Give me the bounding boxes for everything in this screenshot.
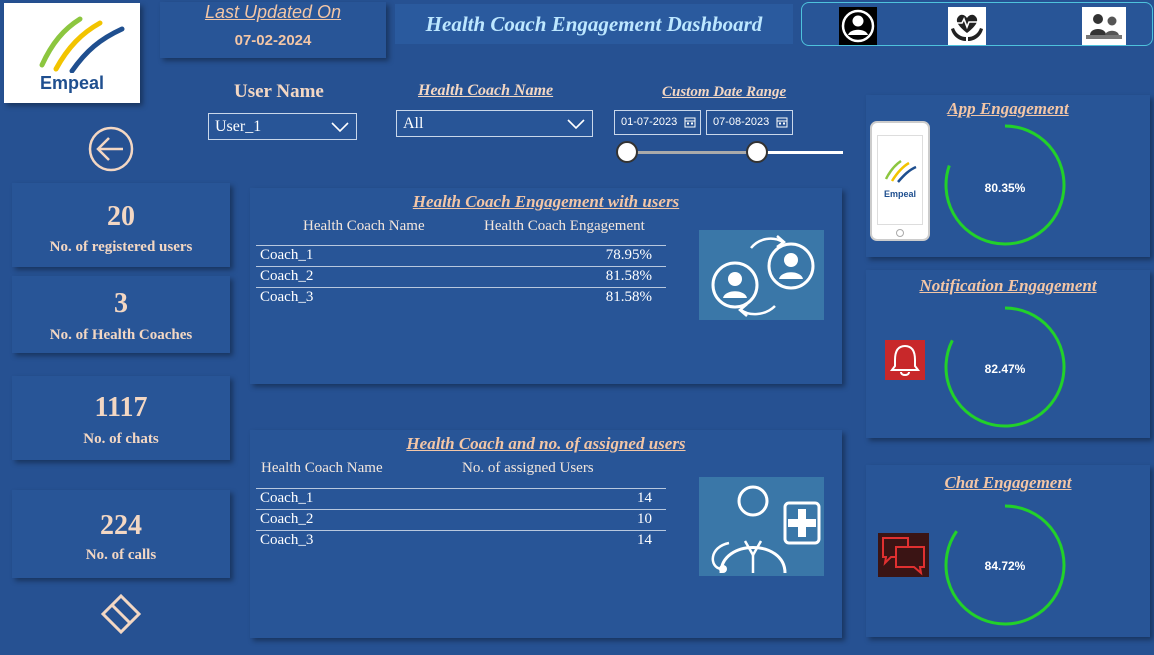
slider-end-handle[interactable] <box>746 141 768 163</box>
gauge-value: 84.72% <box>984 559 1026 573</box>
kpi-value: 1117 <box>94 392 148 423</box>
table-row[interactable]: Coach_2 81.58% <box>256 266 666 287</box>
kpi-label: No. of chats <box>83 431 159 447</box>
kpi-label: No. of registered users <box>49 239 193 255</box>
coach-name-cell: Coach_2 <box>260 511 314 527</box>
chevron-down-icon <box>567 119 585 130</box>
kpi-health-coaches: 3 No. of Health Coaches <box>12 276 230 353</box>
doctor-icon <box>699 477 824 576</box>
logo-swoosh-icon <box>39 16 125 73</box>
engagement-table-title: Health Coach Engagement with users <box>412 192 680 211</box>
date-end-value: 07-08-2023 <box>713 116 770 128</box>
engagement-cell: 81.58% <box>605 289 652 305</box>
consultation-icon[interactable] <box>1082 7 1126 45</box>
logo-text: Empeal <box>39 73 105 93</box>
user-profile-icon[interactable] <box>839 7 877 45</box>
column-header: Health Coach Name <box>261 460 383 476</box>
table-row[interactable]: Coach_1 78.95% <box>256 245 666 266</box>
phone-logo-text: Empeal <box>883 189 916 199</box>
coach-name-cell: Coach_3 <box>260 532 314 548</box>
kpi-value: 20 <box>107 201 135 232</box>
coach-name-cell: Coach_1 <box>260 247 314 263</box>
table-row[interactable]: Coach_3 81.58% <box>256 287 666 308</box>
title-box: Health Coach Engagement Dashboard <box>395 4 793 44</box>
last-updated-label: Last Updated On <box>204 2 342 22</box>
coach-name-label: Health Coach Name <box>418 82 554 99</box>
date-start-input[interactable]: 01-07-2023 <box>614 110 701 135</box>
kpi-label: No. of calls <box>85 547 157 563</box>
engagement-cell: 81.58% <box>605 268 652 284</box>
column-header: No. of assigned Users <box>462 460 594 476</box>
kpi-value: 224 <box>100 510 142 541</box>
assigned-count-cell: 14 <box>637 490 652 506</box>
app-engagement-card: App Engagement Empeal 80.35% <box>866 95 1150 257</box>
gauge-value: 80.35% <box>984 181 1026 195</box>
date-start-value: 01-07-2023 <box>621 116 678 128</box>
date-range-label: Custom Date Range <box>662 84 787 100</box>
coach-user-exchange-icon <box>699 230 824 320</box>
chat-engagement-card: Chat Engagement 84.72% <box>866 465 1150 637</box>
table-row[interactable]: Coach_1 14 <box>256 488 666 509</box>
top-navigation <box>801 2 1153 46</box>
engagement-cell: 78.95% <box>605 247 652 263</box>
back-arrow-icon[interactable] <box>87 125 135 173</box>
coach-name-cell: Coach_1 <box>260 490 314 506</box>
column-header: Health Coach Name <box>303 218 425 234</box>
kpi-registered-users: 20 No. of registered users <box>12 183 230 267</box>
eraser-icon[interactable] <box>98 592 144 636</box>
user-name-dropdown[interactable]: User_1 <box>208 113 357 140</box>
kpi-label: No. of Health Coaches <box>49 327 193 343</box>
kpi-chats: 1117 No. of chats <box>12 376 230 460</box>
gauge-title: App Engagement <box>947 99 1069 118</box>
calendar-icon <box>684 117 696 128</box>
coach-name-value: All <box>403 115 424 132</box>
health-heart-hands-icon[interactable] <box>948 7 986 45</box>
notification-engagement-card: Notification Engagement 82.47% <box>866 270 1150 438</box>
assigned-users-panel: Health Coach and no. of assigned users H… <box>250 430 842 638</box>
table-row[interactable]: Coach_2 10 <box>256 509 666 530</box>
date-range-slider-fill <box>626 151 758 154</box>
coach-name-dropdown[interactable]: All <box>396 110 593 137</box>
user-name-value: User_1 <box>215 118 262 135</box>
gauge-title: Notification Engagement <box>919 276 1097 295</box>
phone-icon: Empeal <box>870 121 930 241</box>
chat-bubbles-icon <box>878 533 929 577</box>
column-header: Health Coach Engagement <box>484 218 645 234</box>
page-title: Health Coach Engagement Dashboard <box>425 12 763 36</box>
assigned-count-cell: 10 <box>637 511 652 527</box>
gauge-value: 82.47% <box>984 362 1026 376</box>
table-row[interactable]: Coach_3 14 <box>256 530 666 551</box>
calendar-icon <box>776 117 788 128</box>
slider-start-handle[interactable] <box>616 141 638 163</box>
kpi-calls: 224 No. of calls <box>12 490 230 578</box>
last-updated-card: Last Updated On 07-02-2024 <box>160 2 386 58</box>
engagement-table-panel: Health Coach Engagement with users Healt… <box>250 188 842 384</box>
assigned-count-cell: 14 <box>637 532 652 548</box>
coach-name-cell: Coach_2 <box>260 268 314 284</box>
last-updated-date: 07-02-2024 <box>234 32 312 49</box>
gauge-title: Chat Engagement <box>944 473 1072 492</box>
assigned-table-title: Health Coach and no. of assigned users <box>406 434 686 453</box>
date-end-input[interactable]: 07-08-2023 <box>706 110 793 135</box>
logo-swoosh-icon <box>884 159 917 183</box>
notification-bell-icon <box>885 340 925 380</box>
chevron-down-icon <box>331 122 349 133</box>
user-name-label: User Name <box>234 81 324 102</box>
empeal-logo: Empeal <box>4 3 140 103</box>
coach-name-cell: Coach_3 <box>260 289 314 305</box>
kpi-value: 3 <box>114 288 128 319</box>
